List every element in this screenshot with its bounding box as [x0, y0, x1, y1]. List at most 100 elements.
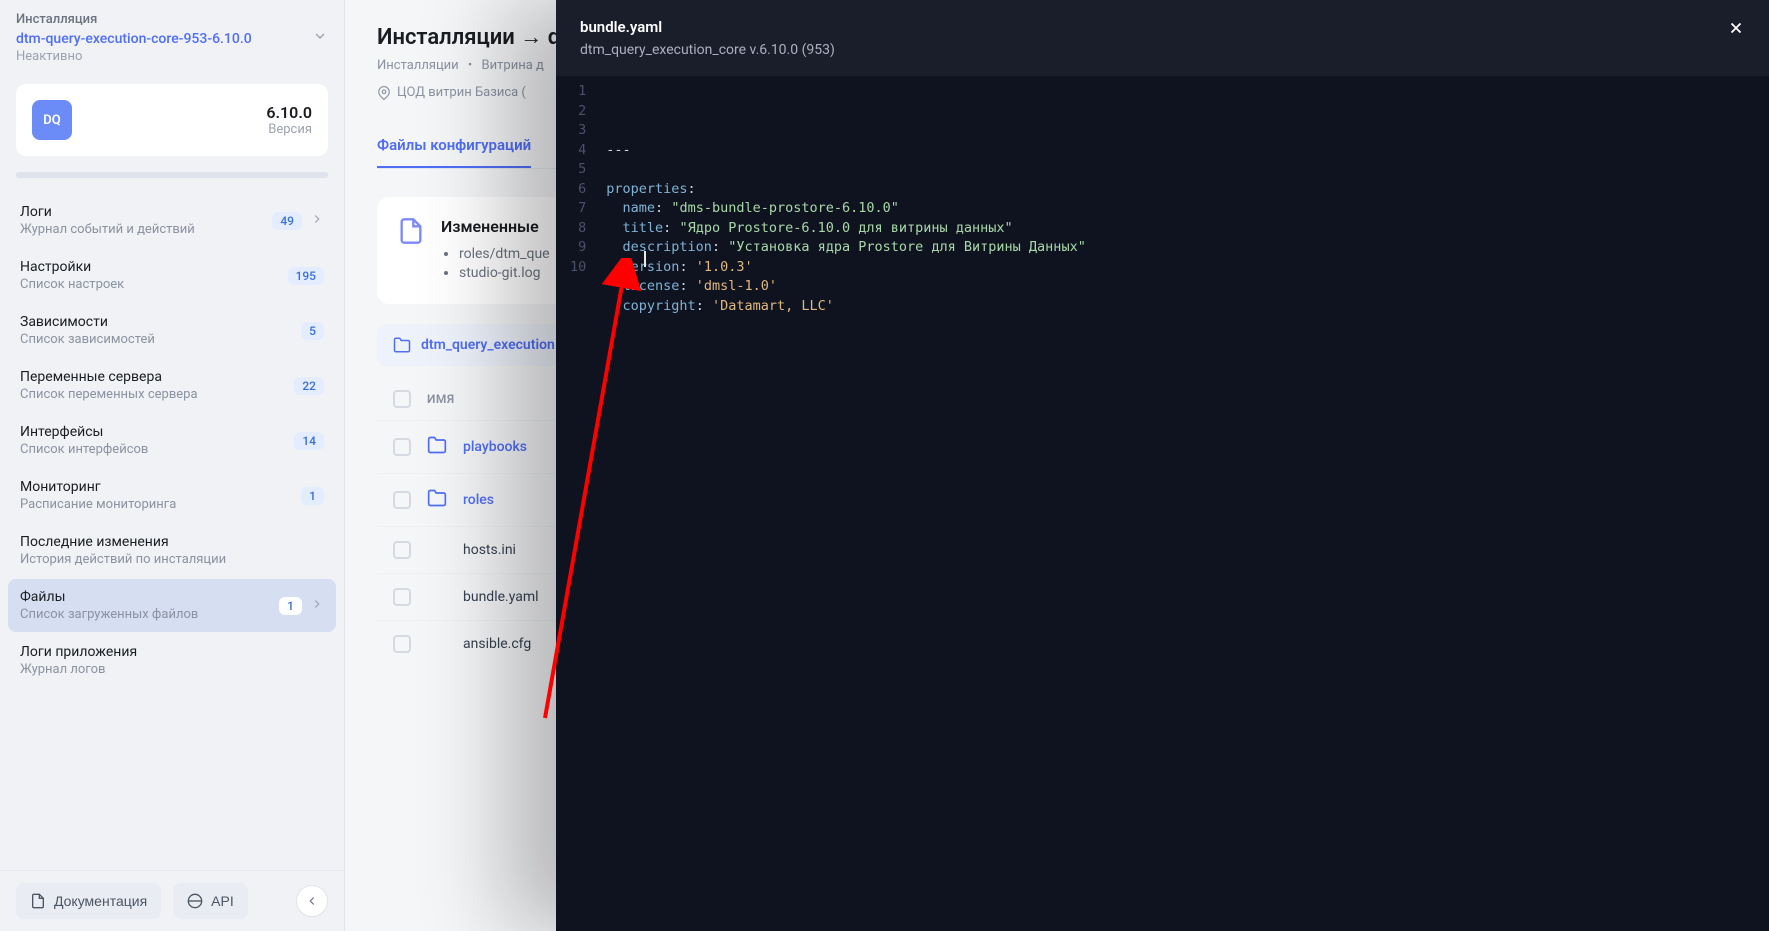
folder-icon [393, 336, 411, 354]
progress-bar [16, 172, 328, 178]
row-checkbox[interactable] [393, 491, 411, 509]
tab-config-files[interactable]: Файлы конфигураций [377, 124, 531, 168]
column-name: ИМЯ [427, 392, 455, 406]
folder-icon [427, 435, 447, 459]
count-badge: 1 [279, 597, 302, 615]
select-all-checkbox[interactable] [393, 390, 411, 408]
sidebar-item-6[interactable]: Последние изменения История действий по и… [8, 524, 336, 577]
sidebar-item-0[interactable]: Логи Журнал событий и действий 49 [8, 194, 336, 247]
sidebar-nav: Логи Журнал событий и действий 49 Настройки… [0, 190, 344, 870]
api-icon [187, 893, 203, 909]
nav-title: Последние изменения [20, 534, 226, 550]
overlay-header: bundle.yaml dtm_query_execution_core v.6… [556, 0, 1769, 76]
code-line: --- [606, 141, 1086, 161]
code-line [606, 160, 1086, 180]
version-value: 6.10.0 [266, 103, 312, 122]
code-editor[interactable]: 12345678910 --- properties: name: "dms-bu… [556, 76, 1769, 931]
api-button[interactable]: API [173, 883, 248, 919]
nav-title: Интерфейсы [20, 424, 148, 440]
file-name: bundle.yaml [463, 589, 539, 605]
sidebar-item-3[interactable]: Переменные сервера Список переменных серв… [8, 359, 336, 412]
code-line: properties: [606, 180, 1086, 200]
sidebar-item-5[interactable]: Мониторинг Расписание мониторинга 1 [8, 469, 336, 522]
sidebar-item-1[interactable]: Настройки Список настроек 195 [8, 249, 336, 302]
nav-title: Файлы [20, 589, 198, 605]
sidebar: Инсталляция dtm-query-execution-core-953… [0, 0, 345, 931]
version-label: Версия [266, 122, 312, 137]
row-checkbox[interactable] [393, 635, 411, 653]
breadcrumb-item[interactable]: Инсталляции [377, 58, 459, 73]
nav-title: Логи приложения [20, 644, 137, 660]
file-name: playbooks [463, 439, 527, 455]
code-content[interactable]: --- properties: name: "dms-bundle-prostor… [596, 76, 1096, 931]
row-checkbox[interactable] [393, 438, 411, 456]
nav-subtitle: Список настроек [20, 277, 124, 292]
nav-title: Настройки [20, 259, 124, 275]
count-badge: 14 [294, 432, 324, 450]
file-name: hosts.ini [463, 542, 516, 558]
docs-button[interactable]: Документация [16, 883, 161, 919]
nav-title: Переменные сервера [20, 369, 198, 385]
code-line: version: '1.0.3' [606, 258, 1086, 278]
dq-badge: DQ [32, 100, 72, 140]
folder-icon [427, 488, 447, 512]
changed-item: roles/dtm_que [459, 246, 550, 262]
sidebar-item-2[interactable]: Зависимости Список зависимостей 5 [8, 304, 336, 357]
arrow-left-icon [305, 894, 319, 908]
doc-icon [30, 893, 46, 909]
row-checkbox[interactable] [393, 541, 411, 559]
breadcrumb-sep: • [468, 58, 472, 73]
nav-subtitle: Список зависимостей [20, 332, 155, 347]
count-badge: 22 [294, 377, 324, 395]
overlay-subtitle: dtm_query_execution_core v.6.10.0 (953) [580, 42, 835, 58]
close-icon [1727, 19, 1745, 37]
code-line: license: 'dmsl-1.0' [606, 277, 1086, 297]
line-gutter: 12345678910 [556, 76, 596, 931]
nav-title: Зависимости [20, 314, 155, 330]
count-badge: 49 [272, 212, 302, 230]
row-checkbox[interactable] [393, 588, 411, 606]
nav-title: Логи [20, 204, 195, 220]
code-line: title: "Ядро Prostore-6.10.0 для витрины… [606, 219, 1086, 239]
installation-name: dtm-query-execution-core-953-6.10.0 [16, 31, 328, 47]
nav-subtitle: Журнал событий и действий [20, 222, 195, 237]
chevron-down-icon[interactable] [312, 28, 328, 48]
code-line: description: "Установка ядра Prostore дл… [606, 238, 1086, 258]
sidebar-item-7[interactable]: Файлы Список загруженных файлов 1 [8, 579, 336, 632]
breadcrumb-item[interactable]: Витрина д [482, 58, 544, 73]
nav-subtitle: Список переменных сервера [20, 387, 198, 402]
text-cursor [644, 251, 646, 267]
nav-subtitle: Расписание мониторинга [20, 497, 176, 512]
count-badge: 5 [301, 322, 324, 340]
count-badge: 195 [288, 267, 324, 285]
changed-item: studio-git.log [459, 265, 550, 281]
nav-subtitle: История действий по инсталяции [20, 552, 226, 567]
sidebar-header[interactable]: Инсталляция dtm-query-execution-core-953… [0, 0, 344, 76]
doc-changed-icon [397, 217, 425, 284]
collapse-sidebar-button[interactable] [296, 885, 328, 917]
location-icon [377, 86, 391, 100]
nav-title: Мониторинг [20, 479, 176, 495]
close-button[interactable] [1727, 18, 1745, 42]
code-line: copyright: 'Datamart, LLC' [606, 297, 1086, 317]
nav-subtitle: Список загруженных файлов [20, 607, 198, 622]
nav-subtitle: Список интерфейсов [20, 442, 148, 457]
version-card: DQ 6.10.0 Версия [16, 84, 328, 156]
file-name: ansible.cfg [463, 636, 531, 652]
api-label: API [211, 893, 234, 909]
file-viewer-overlay: bundle.yaml dtm_query_execution_core v.6… [556, 0, 1769, 931]
datacenter-label: ЦОД витрин Базиса ( [397, 85, 526, 100]
code-line [606, 316, 1086, 336]
sidebar-item-4[interactable]: Интерфейсы Список интерфейсов 14 [8, 414, 336, 467]
count-badge: 1 [301, 487, 324, 505]
code-line: name: "dms-bundle-prostore-6.10.0" [606, 199, 1086, 219]
chevron-right-icon [310, 596, 324, 615]
sidebar-item-8[interactable]: Логи приложения Журнал логов [8, 634, 336, 687]
docs-label: Документация [54, 893, 147, 909]
path-label: dtm_query_execution [421, 337, 555, 353]
installation-status: Неактивно [16, 49, 328, 64]
sidebar-footer: Документация API [0, 870, 344, 931]
nav-subtitle: Журнал логов [20, 662, 137, 677]
file-name: roles [463, 492, 494, 508]
changed-heading: Измененные [441, 217, 550, 236]
